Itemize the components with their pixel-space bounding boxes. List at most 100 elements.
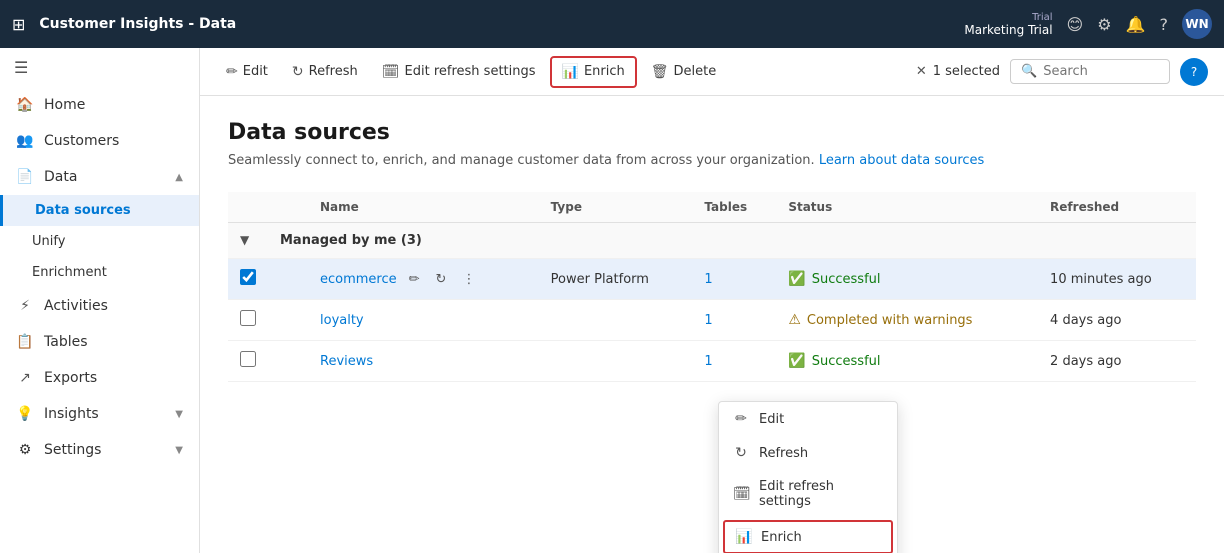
context-edit-refresh-label: Edit refresh settings — [759, 479, 883, 509]
context-calendar-icon: 🗓 — [733, 486, 749, 502]
group-label: Managed by me (3) — [268, 223, 1196, 259]
close-selection-icon[interactable]: ✕ — [916, 64, 927, 79]
row-refresh-btn[interactable]: ↻ — [432, 270, 451, 289]
edit-refresh-label: Edit refresh settings — [405, 64, 536, 79]
context-menu-refresh[interactable]: ↻ Refresh — [719, 436, 897, 470]
row-expand-cell — [268, 300, 308, 341]
sidebar-item-customers[interactable]: 👥 Customers — [0, 123, 199, 159]
sidebar-item-customers-label: Customers — [44, 133, 119, 149]
settings-chevron-icon: ▼ — [175, 445, 183, 456]
sidebar-item-unify[interactable]: Unify — [0, 226, 199, 257]
table-header-row: Name Type Tables Status Refreshed — [228, 192, 1196, 223]
content-area: ✏ Edit ↻ Refresh 🗓 Edit refresh settings… — [200, 48, 1224, 553]
row-more-btn[interactable]: ⋮ — [458, 270, 479, 289]
row-edit-btn[interactable]: ✏ — [405, 270, 424, 289]
row-tables-cell: 1 — [692, 259, 776, 300]
context-edit-label: Edit — [759, 412, 784, 427]
refresh-label: Refresh — [309, 64, 358, 79]
edit-button[interactable]: ✏ Edit — [216, 58, 278, 86]
status-text: Completed with warnings — [807, 313, 973, 328]
trial-info: Trial Marketing Trial — [964, 12, 1052, 37]
col-checkbox — [228, 192, 268, 223]
sidebar-item-settings[interactable]: ⚙ Settings ▼ — [0, 432, 199, 468]
context-menu: ✏ Edit ↻ Refresh 🗓 Edit refresh settings… — [718, 401, 898, 553]
row-checkbox-cell[interactable] — [228, 341, 268, 382]
warning-icon: ⚠ — [788, 312, 801, 328]
trial-name: Marketing Trial — [964, 23, 1052, 37]
sidebar-item-settings-label: Settings — [44, 442, 101, 458]
col-name: Name — [308, 192, 539, 223]
row-name-link[interactable]: ecommerce — [320, 272, 397, 287]
sidebar-item-unify-label: Unify — [32, 234, 65, 249]
top-nav: ⊞ Customer Insights - Data Trial Marketi… — [0, 0, 1224, 48]
sidebar-item-exports[interactable]: ↗ Exports — [0, 360, 199, 396]
selected-count-area: ✕ 1 selected — [916, 64, 1000, 79]
sidebar: ☰ 🏠 Home 👥 Customers 📄 Data ▲ Data sourc… — [0, 48, 200, 553]
sidebar-item-insights[interactable]: 💡 Insights ▼ — [0, 396, 199, 432]
avatar[interactable]: WN — [1182, 9, 1212, 39]
refresh-button[interactable]: ↻ Refresh — [282, 58, 368, 86]
enrich-label: Enrich — [584, 64, 625, 79]
edit-refresh-settings-button[interactable]: 🗓 Edit refresh settings — [372, 58, 546, 86]
enrich-button[interactable]: 📊 Enrich — [550, 56, 637, 88]
row-checkbox[interactable] — [240, 310, 256, 326]
data-icon: 📄 — [16, 169, 34, 185]
search-input[interactable] — [1043, 64, 1159, 79]
row-name-link[interactable]: Reviews — [320, 354, 373, 369]
settings-icon[interactable]: ⚙ — [1097, 15, 1111, 34]
row-tables-cell: 1 — [692, 341, 776, 382]
row-tables-link[interactable]: 1 — [704, 272, 712, 287]
row-tables-link[interactable]: 1 — [704, 354, 712, 369]
col-tables: Tables — [692, 192, 776, 223]
notification-icon[interactable]: 🔔 — [1126, 15, 1146, 34]
group-expand-icon[interactable]: ▼ — [240, 233, 249, 247]
feedback-icon[interactable]: 😊 — [1067, 15, 1084, 34]
status-text: Successful — [812, 272, 881, 287]
context-enrich-label: Enrich — [761, 530, 802, 545]
row-checkbox[interactable] — [240, 269, 256, 285]
page-title: Data sources — [228, 120, 1196, 145]
main-layout: ☰ 🏠 Home 👥 Customers 📄 Data ▲ Data sourc… — [0, 48, 1224, 553]
context-menu-enrich[interactable]: 📊 Enrich — [723, 520, 893, 553]
row-type-cell — [539, 300, 693, 341]
sidebar-item-enrichment[interactable]: Enrichment — [0, 257, 199, 288]
group-header-row: ▼ Managed by me (3) — [228, 223, 1196, 259]
row-name-cell: loyalty — [308, 300, 539, 341]
sidebar-item-home-label: Home — [44, 97, 85, 113]
app-title: Customer Insights - Data — [39, 16, 954, 32]
help-icon[interactable]: ? — [1160, 15, 1169, 34]
help-circle-icon[interactable]: ? — [1180, 58, 1208, 86]
context-menu-edit-refresh[interactable]: 🗓 Edit refresh settings — [719, 470, 897, 518]
subtitle-text: Seamlessly connect to, enrich, and manag… — [228, 153, 815, 168]
group-expand-cell[interactable]: ▼ — [228, 223, 268, 259]
grid-icon[interactable]: ⊞ — [12, 15, 25, 34]
row-name-link[interactable]: loyalty — [320, 313, 364, 328]
row-checkbox[interactable] — [240, 351, 256, 367]
row-checkbox-cell[interactable] — [228, 259, 268, 300]
row-name-cell: Reviews — [308, 341, 539, 382]
delete-button[interactable]: 🗑 Delete — [641, 58, 727, 86]
search-area: 🔍 — [1010, 59, 1170, 84]
row-status-cell: ⚠ Completed with warnings — [776, 300, 1038, 341]
col-expand — [268, 192, 308, 223]
status-success: ✅ Successful — [788, 271, 1026, 287]
edit-label: Edit — [243, 64, 268, 79]
sidebar-item-data-sources[interactable]: Data sources — [0, 195, 199, 226]
enrich-icon: 📊 — [562, 64, 579, 80]
context-menu-edit[interactable]: ✏ Edit — [719, 402, 897, 436]
row-tables-link[interactable]: 1 — [704, 313, 712, 328]
learn-more-link[interactable]: Learn about data sources — [819, 153, 984, 168]
delete-label: Delete — [674, 64, 717, 79]
row-tables-cell: 1 — [692, 300, 776, 341]
row-checkbox-cell[interactable] — [228, 300, 268, 341]
hamburger-button[interactable]: ☰ — [0, 48, 199, 87]
data-chevron-icon: ▲ — [175, 172, 183, 183]
status-text: Successful — [812, 354, 881, 369]
sidebar-item-data[interactable]: 📄 Data ▲ — [0, 159, 199, 195]
sidebar-item-tables[interactable]: 📋 Tables — [0, 324, 199, 360]
row-refreshed-cell: 4 days ago — [1038, 300, 1196, 341]
sidebar-item-activities[interactable]: ⚡ Activities — [0, 288, 199, 324]
sidebar-item-home[interactable]: 🏠 Home — [0, 87, 199, 123]
sidebar-item-exports-label: Exports — [44, 370, 97, 386]
trial-label: Trial — [1032, 12, 1052, 23]
